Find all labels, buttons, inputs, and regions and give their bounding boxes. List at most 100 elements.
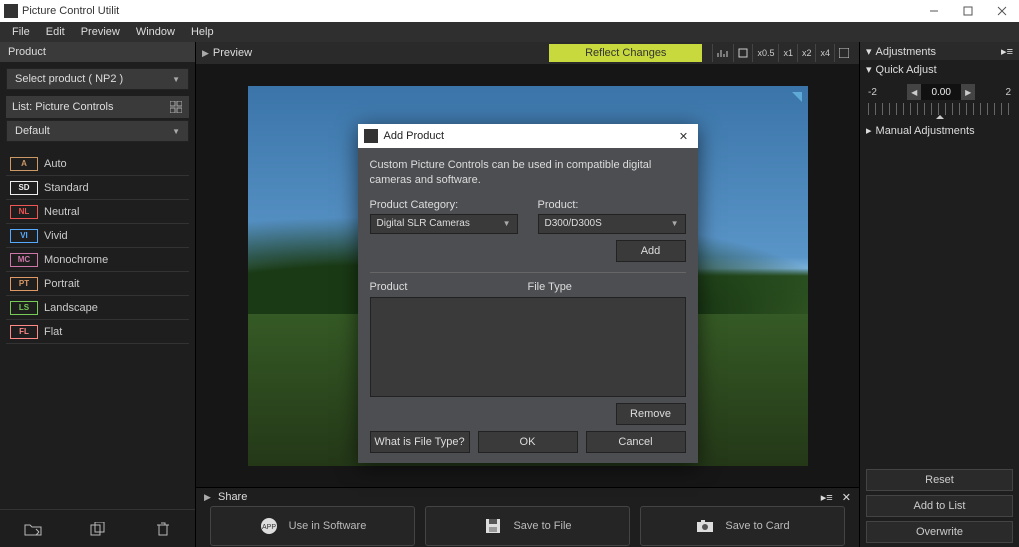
pc-item-landscape[interactable]: LS Landscape [6,296,189,320]
share-title: Share [218,491,247,503]
zoom-x1[interactable]: x1 [778,44,797,62]
products-table[interactable] [370,297,686,397]
menu-preview[interactable]: Preview [73,26,128,38]
app-icon [4,4,18,18]
pc-badge: LS [10,301,38,315]
table-col-product: Product [370,281,528,293]
add-button[interactable]: Add [616,240,686,262]
pc-item-neutral[interactable]: NLNeutral [6,200,189,224]
pc-label: Monochrome [44,254,108,266]
zoom-x05[interactable]: x0.5 [752,44,778,62]
what-is-filetype-button[interactable]: What is File Type? [370,431,470,453]
pc-item-vivid[interactable]: VIVivid [6,224,189,248]
manual-adjust-header[interactable]: ▸Manual Adjustments [860,121,1019,139]
cancel-button[interactable]: Cancel [586,431,686,453]
histogram-icon[interactable] [712,44,733,62]
reset-button[interactable]: Reset [866,469,1013,491]
qa-max: 2 [1005,87,1011,98]
left-panel: Product Select product ( NP2 ) ▼ List: P… [0,42,196,547]
chevron-down-icon: ▼ [671,219,679,228]
center-panel: ▶ Preview Reflect Changes x0.5 x1 x2 x4 [196,42,859,547]
expand-icon[interactable] [834,44,853,62]
product-value: D300/D300S [545,218,602,229]
collapse-icon[interactable]: ▶ [202,48,209,59]
fit-icon[interactable] [733,44,752,62]
close-window-button[interactable] [985,0,1019,22]
menu-help[interactable]: Help [183,26,222,38]
remove-button[interactable]: Remove [616,403,686,425]
zoom-x4[interactable]: x4 [815,44,834,62]
pc-list-title: List: Picture Controls [12,101,113,113]
pc-item-standard[interactable]: SDStandard [6,176,189,200]
share-panel: ▶ Share ▸≡ ✕ APP Use in Software Save to… [196,487,859,547]
pc-badge: A [10,157,38,171]
panel-menu-icon[interactable]: ▸≡ [1001,45,1013,58]
qa-decrement[interactable]: ◀ [907,84,921,100]
collapse-icon[interactable]: ▶ [204,492,211,502]
share-btn-label: Save to File [513,520,571,532]
pc-list-header: List: Picture Controls [6,96,189,118]
preview-viewport: Add Product ✕ Custom Picture Controls ca… [196,64,859,487]
maximize-button[interactable] [951,0,985,22]
pc-default-value: Default [15,125,50,137]
dialog-titlebar: Add Product ✕ [358,124,698,148]
ok-button[interactable]: OK [478,431,578,453]
use-in-software-button[interactable]: APP Use in Software [210,506,415,546]
import-folder-button[interactable] [18,517,48,541]
right-panel: ▾Adjustments ▸≡ ▾Quick Adjust -2 ◀ 0.00 … [859,42,1019,547]
modal-backdrop: Add Product ✕ Custom Picture Controls ca… [196,64,859,487]
share-collapse-icon[interactable]: ▸≡ [821,492,833,504]
expand-icon: ▸ [866,125,872,137]
product-select[interactable]: Select product ( NP2 ) ▼ [6,68,189,90]
pc-label: Neutral [44,206,79,218]
share-btn-label: Save to Card [725,520,789,532]
table-col-filetype: File Type [528,281,686,293]
preview-title: Preview [213,47,252,59]
pc-label: Landscape [44,302,98,314]
qa-increment[interactable]: ▶ [961,84,975,100]
zoom-x2[interactable]: x2 [797,44,816,62]
pc-label: Portrait [44,278,79,290]
chevron-down-icon: ▼ [172,127,180,136]
menubar: File Edit Preview Window Help [0,22,1019,42]
collapse-icon[interactable]: ▾ [866,64,872,76]
pc-badge: VI [10,229,38,243]
share-close-icon[interactable]: ✕ [842,492,851,504]
chevron-down-icon: ▼ [503,219,511,228]
pc-item-portrait[interactable]: PTPortrait [6,272,189,296]
list-grid-icon[interactable] [169,100,183,114]
pc-default-select[interactable]: Default ▼ [6,120,189,142]
dialog-close-button[interactable]: ✕ [676,128,692,144]
share-panel-icons: ▸≡ ✕ [821,491,851,504]
delete-button[interactable] [148,517,178,541]
menu-window[interactable]: Window [128,26,183,38]
category-label: Product Category: [370,199,518,211]
copy-button[interactable] [83,517,113,541]
pc-item-monochrome[interactable]: MCMonochrome [6,248,189,272]
pc-item-auto[interactable]: A Auto [6,152,189,176]
category-select[interactable]: Digital SLR Cameras ▼ [370,214,518,234]
qa-value[interactable]: 0.00 [921,84,961,100]
pc-label: Auto [44,158,67,170]
window-titlebar: Picture Control Utilit [0,0,1019,22]
menu-file[interactable]: File [4,26,38,38]
quick-adjust-header: ▾Quick Adjust [860,60,1019,78]
qa-slider[interactable] [868,103,1011,115]
zoom-controls: x0.5 x1 x2 x4 [712,44,853,62]
preview-header: ▶ Preview Reflect Changes x0.5 x1 x2 x4 [196,42,859,64]
pc-item-flat[interactable]: FLFlat [6,320,189,344]
reflect-changes-button[interactable]: Reflect Changes [549,44,702,62]
minimize-button[interactable] [917,0,951,22]
add-product-dialog: Add Product ✕ Custom Picture Controls ca… [358,124,698,463]
save-to-card-button[interactable]: Save to Card [640,506,845,546]
product-select[interactable]: D300/D300S ▼ [538,214,686,234]
collapse-icon[interactable]: ▾ [866,46,872,58]
add-to-list-button[interactable]: Add to List [866,495,1013,517]
menu-edit[interactable]: Edit [38,26,73,38]
pc-badge: SD [10,181,38,195]
quick-adjust-control: -2 ◀ 0.00 ▶ 2 [860,78,1019,121]
disk-icon [483,516,503,536]
dialog-icon [364,129,378,143]
save-to-file-button[interactable]: Save to File [425,506,630,546]
overwrite-button[interactable]: Overwrite [866,521,1013,543]
